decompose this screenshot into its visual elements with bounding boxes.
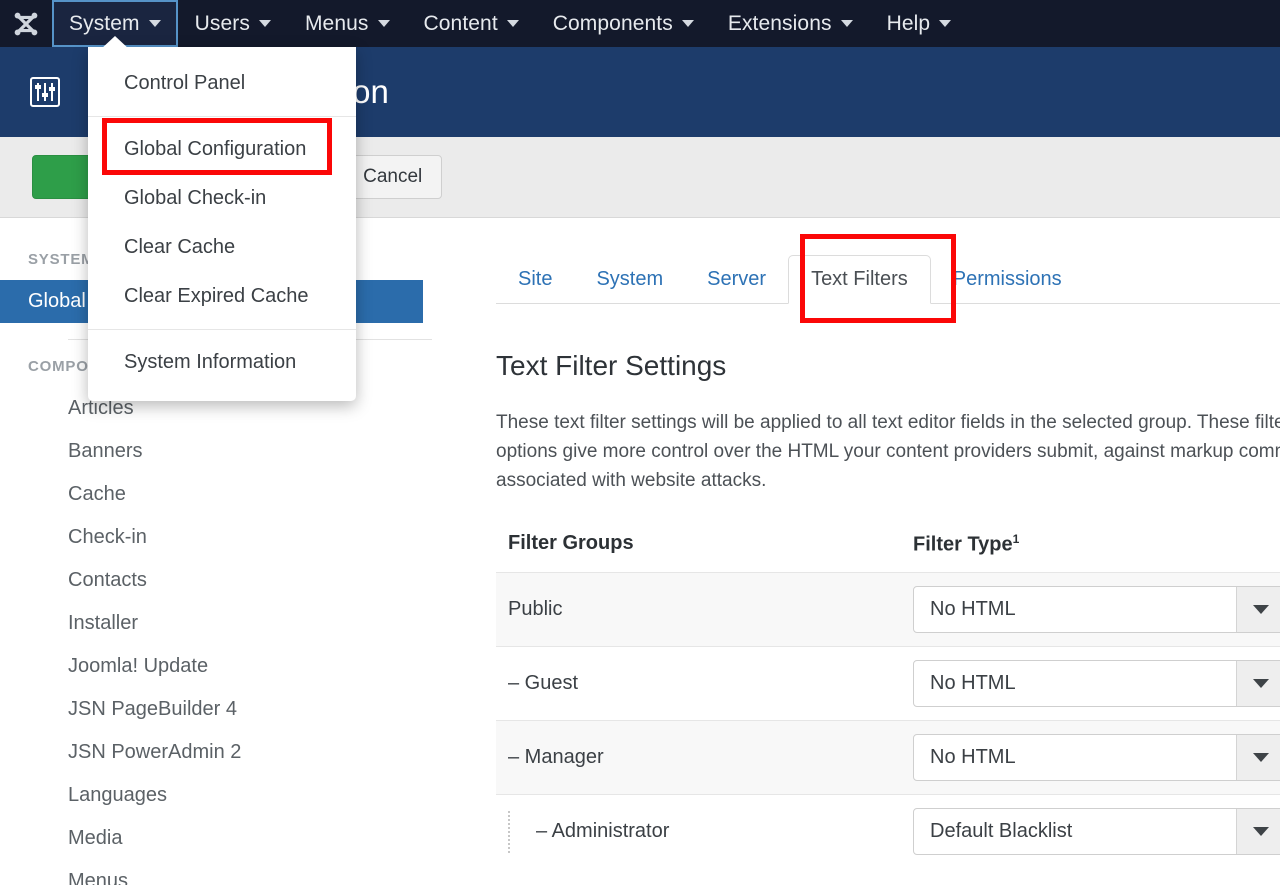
filter-group-administrator-label: – Administrator — [536, 820, 669, 843]
tab-text-filters[interactable]: Text Filters — [788, 255, 931, 304]
filter-group-name-cell: – Administrator — [508, 811, 913, 853]
chevron-down-icon — [507, 20, 519, 27]
filter-group-guest-label: – Guest — [508, 672, 578, 695]
sidebar-item-contacts[interactable]: Contacts — [0, 559, 460, 602]
sidebar-item-menus[interactable]: Menus — [0, 860, 460, 885]
main-content: Site System Server Text Filters Permissi… — [460, 219, 1280, 885]
top-menu-users-label: Users — [195, 12, 250, 36]
sliders-icon — [24, 71, 66, 113]
chevron-down-icon[interactable] — [1236, 661, 1280, 706]
filter-groups-table: Filter Groups Filter Type1 Public No HTM… — [496, 532, 1280, 869]
menu-item-control-panel[interactable]: Control Panel — [88, 59, 356, 108]
sidebar-components-list: Articles Banners Cache Check-in Contacts… — [0, 387, 460, 885]
chevron-down-icon — [378, 20, 390, 27]
joomla-logo-icon[interactable] — [0, 0, 52, 47]
filter-group-name-cell: Public — [508, 598, 913, 621]
sidebar-item-banners[interactable]: Banners — [0, 430, 460, 473]
filter-type-value: No HTML — [914, 735, 1236, 780]
menu-divider — [88, 329, 356, 330]
filter-type-cell: No HTML — [913, 660, 1280, 707]
config-tabs: Site System Server Text Filters Permissi… — [496, 250, 1280, 304]
tab-system[interactable]: System — [574, 256, 685, 303]
filter-group-name-cell: – Manager — [508, 746, 913, 769]
menu-divider — [88, 116, 356, 117]
column-header-footnote-marker: 1 — [1013, 532, 1020, 546]
table-header-row: Filter Groups Filter Type1 — [496, 532, 1280, 573]
filter-group-name-cell: – Guest — [508, 672, 913, 695]
filter-type-select-public[interactable]: No HTML — [913, 586, 1280, 633]
filter-type-value: No HTML — [914, 661, 1236, 706]
sidebar-item-jsn-pagebuilder-4[interactable]: JSN PageBuilder 4 — [0, 688, 460, 731]
chevron-down-icon[interactable] — [1236, 587, 1280, 632]
filter-type-cell: Default Blacklist — [913, 808, 1280, 855]
filter-group-manager-label: – Manager — [508, 746, 604, 769]
menu-item-global-check-in[interactable]: Global Check-in — [88, 174, 356, 223]
joomla-admin-screen: System Users Menus Content Components Ex… — [0, 0, 1280, 885]
top-menu-content[interactable]: Content — [407, 0, 536, 47]
filter-type-select-guest[interactable]: No HTML — [913, 660, 1280, 707]
chevron-down-icon[interactable] — [1236, 809, 1280, 854]
chevron-down-icon[interactable] — [1236, 735, 1280, 780]
top-menu-content-label: Content — [424, 12, 498, 36]
filter-type-select-manager[interactable]: No HTML — [913, 734, 1280, 781]
table-row: – Administrator Default Blacklist — [496, 794, 1280, 868]
filter-group-public-label: Public — [508, 598, 562, 621]
top-menu-components-label: Components — [553, 12, 673, 36]
menu-item-global-configuration[interactable]: Global Configuration — [88, 125, 356, 174]
sidebar-item-media[interactable]: Media — [0, 817, 460, 860]
sidebar-item-installer[interactable]: Installer — [0, 602, 460, 645]
top-menu-components[interactable]: Components — [536, 0, 711, 47]
table-row: Public No HTML — [496, 572, 1280, 646]
tab-site[interactable]: Site — [496, 256, 574, 303]
top-menu-menus-label: Menus — [305, 12, 369, 36]
column-header-filter-groups: Filter Groups — [508, 532, 913, 555]
column-header-filter-type: Filter Type1 — [913, 532, 1019, 557]
tab-permissions[interactable]: Permissions — [931, 256, 1084, 303]
section-title: Text Filter Settings — [496, 350, 1280, 382]
chevron-down-icon — [682, 20, 694, 27]
system-dropdown-menu: Control Panel Global Configuration Globa… — [88, 47, 356, 401]
cancel-label: Cancel — [344, 166, 441, 188]
sidebar-item-joomla-update[interactable]: Joomla! Update — [0, 645, 460, 688]
filter-type-value: Default Blacklist — [914, 809, 1236, 854]
menu-item-system-information[interactable]: System Information — [88, 338, 356, 387]
top-menu-system-label: System — [69, 12, 140, 36]
top-menu-users[interactable]: Users — [178, 0, 288, 47]
menu-item-clear-expired-cache[interactable]: Clear Expired Cache — [88, 272, 356, 321]
sidebar-item-jsn-poweradmin-2[interactable]: JSN PowerAdmin 2 — [0, 731, 460, 774]
table-row: – Guest No HTML — [496, 646, 1280, 720]
admin-top-menu-bar: System Users Menus Content Components Ex… — [0, 0, 1280, 47]
top-menu-help[interactable]: Help — [870, 0, 969, 47]
sidebar-item-languages[interactable]: Languages — [0, 774, 460, 817]
section-description: These text filter settings will be appli… — [496, 409, 1280, 496]
filter-type-cell: No HTML — [913, 586, 1280, 633]
chevron-down-icon — [939, 20, 951, 27]
column-header-filter-type-label: Filter Type — [913, 533, 1013, 555]
menu-item-clear-cache[interactable]: Clear Cache — [88, 223, 356, 272]
filter-type-cell: No HTML — [913, 734, 1280, 781]
top-menu-extensions[interactable]: Extensions — [711, 0, 870, 47]
table-row: – Manager No HTML — [496, 720, 1280, 794]
chevron-down-icon — [149, 20, 161, 27]
top-menu-menus[interactable]: Menus — [288, 0, 407, 47]
filter-type-value: No HTML — [914, 587, 1236, 632]
top-menu-extensions-label: Extensions — [728, 12, 832, 36]
filter-type-select-administrator[interactable]: Default Blacklist — [913, 808, 1280, 855]
sidebar-item-check-in[interactable]: Check-in — [0, 516, 460, 559]
tab-server[interactable]: Server — [685, 256, 788, 303]
chevron-down-icon — [259, 20, 271, 27]
sidebar-item-cache[interactable]: Cache — [0, 473, 460, 516]
top-menu-items: System Users Menus Content Components Ex… — [52, 0, 968, 47]
tree-guide-line — [508, 811, 510, 853]
top-menu-help-label: Help — [887, 12, 931, 36]
chevron-down-icon — [841, 20, 853, 27]
